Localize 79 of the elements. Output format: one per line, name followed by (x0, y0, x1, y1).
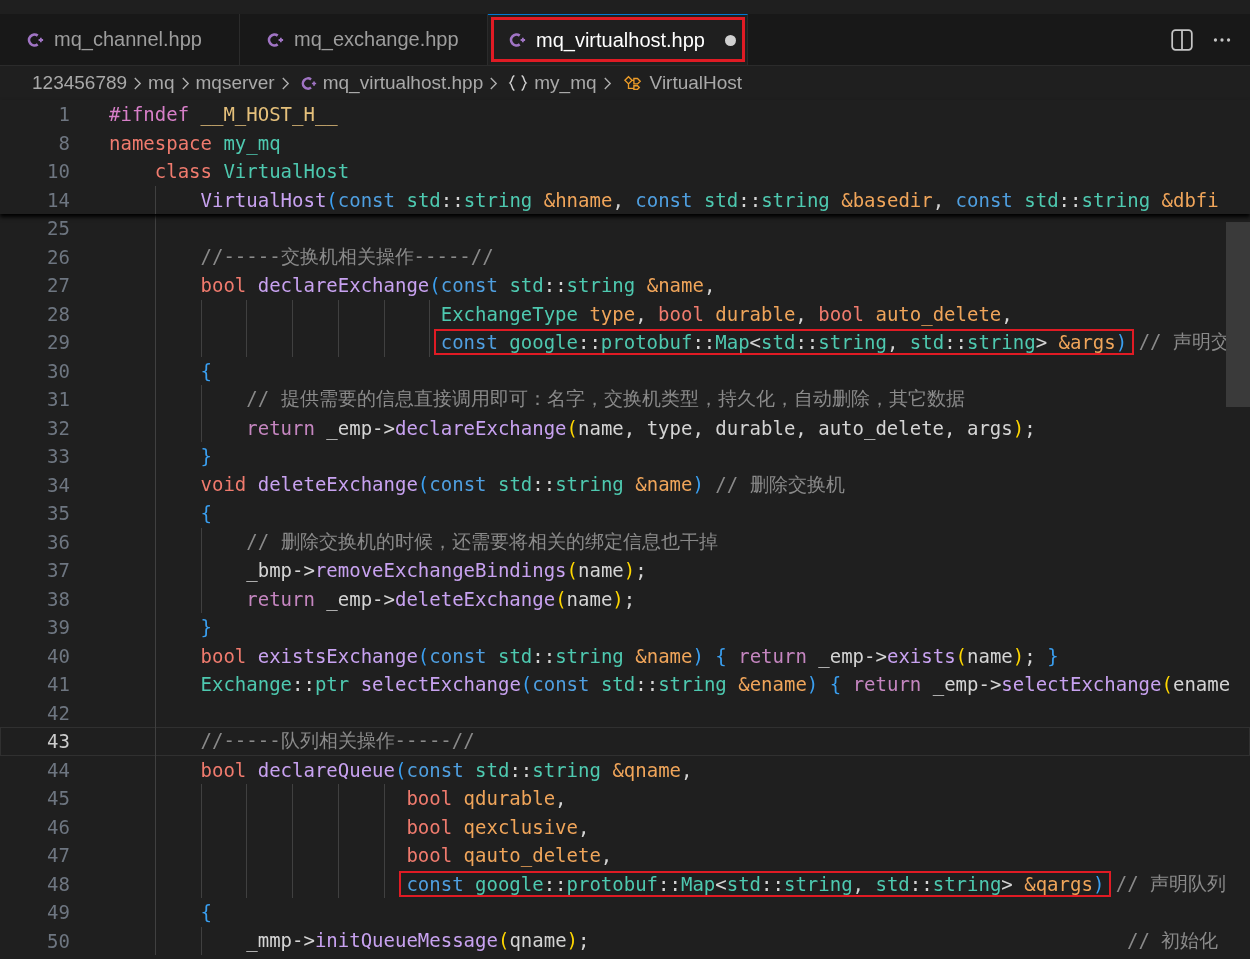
split-editor-icon[interactable] (1170, 27, 1194, 52)
line-number: 41 (46, 673, 71, 696)
code-text: // 声明队列 (1114, 870, 1227, 896)
code-text: bool qexclusive, (406, 815, 590, 838)
chevron-icon (280, 75, 290, 91)
line-number: 8 (57, 131, 71, 154)
code-text: #ifndef __M_HOST_H__ (109, 103, 338, 126)
code-text: } (200, 616, 212, 639)
line-number: 10 (46, 160, 71, 183)
line-number: 33 (46, 445, 71, 468)
line-number: 48 (46, 872, 71, 895)
line-number: 36 (46, 530, 71, 553)
line-number: 30 (46, 359, 71, 382)
line-number: 43 (46, 730, 71, 753)
chevron-icon (602, 75, 612, 91)
editor-tab[interactable]: mq_virtualhost.hpp (488, 14, 748, 65)
annotation-box: const google::protobuf::Map<std::string, std::string> &qargs) (399, 870, 1112, 897)
line-number: 28 (46, 302, 71, 325)
chevron-icon (180, 75, 190, 91)
code-text: //-----队列相关操作-----// (200, 728, 475, 754)
cpp-file-icon (508, 31, 526, 49)
code-text: ExchangeType type, bool durable, bool auto_delete, (440, 302, 1013, 325)
braces-icon (508, 74, 529, 92)
line-number: 37 (46, 559, 71, 582)
code-text: bool declareQueue(const std::string &qname, (200, 758, 693, 781)
line-number: 39 (46, 616, 71, 639)
breadcrumb-item[interactable]: mq (148, 72, 175, 94)
line-number: 26 (46, 245, 71, 268)
line-number: 42 (46, 701, 71, 724)
line-number: 29 (46, 331, 71, 354)
breadcrumb-item[interactable]: VirtualHost (649, 72, 743, 94)
line-number: 50 (46, 929, 71, 952)
code-text: return _emp->declareExchange(name, type, durable, auto_delete, args); (246, 416, 1036, 439)
line-number: 40 (46, 644, 71, 667)
code-text: // 提供需要的信息直接调用即可：名字，交换机类型，持久化，自动删除，其它数据 (246, 386, 965, 412)
breadcrumb-item[interactable]: mq_virtualhost.hpp (322, 72, 484, 94)
code-text: Exchange::ptr selectExchange(const std::string &ename) { return _emp->selectExchange(ename (200, 673, 1231, 696)
line-number: 47 (46, 844, 71, 867)
cpp-file-icon (266, 30, 284, 49)
chevron-icon (133, 75, 143, 91)
line-number: 35 (46, 502, 71, 525)
chevron-icon (489, 75, 499, 91)
breadcrumb-item[interactable]: my_mq (534, 72, 597, 94)
line-number: 32 (46, 416, 71, 439)
code-text: class VirtualHost (154, 160, 350, 183)
line-number: 14 (46, 188, 71, 211)
code-text: bool qdurable, (406, 787, 567, 810)
code-text: bool existsExchange(const std::string &name) { return _emp->exists(name); } (200, 644, 1059, 667)
line-number: 25 (46, 217, 71, 240)
code-text: return _emp->deleteExchange(name); (246, 587, 636, 610)
code-text: _bmp->removeExchangeBindings(name); (246, 559, 647, 582)
line-number: 44 (46, 758, 71, 781)
line-number: 27 (46, 274, 71, 297)
code-text: _mmp->initQueueMessage(qname); // 初始化 (246, 927, 1219, 954)
line-number: 46 (46, 815, 71, 838)
cpp-file-icon (299, 74, 317, 92)
code-text: //-----交换机相关操作-----// (200, 243, 494, 269)
code-text: bool declareExchange(const std::string &name, (200, 274, 716, 297)
breadcrumb-item[interactable]: 123456789 (32, 72, 128, 94)
code-text: void deleteExchange(const std::string &name) // 删除交换机 (200, 471, 845, 497)
line-number: 45 (46, 787, 71, 810)
line-number: 1 (57, 103, 71, 126)
code-text: VirtualHost(const std::string &hname, const std::string &basedir, const std::string &dbfi (200, 188, 1219, 211)
code-text: { (200, 359, 212, 382)
code-text: { (200, 901, 212, 924)
code-text: } (200, 445, 212, 468)
code-text: namespace my_mq (109, 131, 281, 154)
annotation-box: const google::protobuf::Map<std::string, std::string> &args) (433, 329, 1135, 356)
cpp-file-icon (26, 30, 44, 49)
scrollbar-thumb[interactable] (1226, 222, 1250, 407)
code-text: // 删除交换机的时候，还需要将相关的绑定信息也干掉 (246, 528, 718, 554)
class-icon (621, 74, 644, 92)
code-text: bool qauto_delete, (406, 844, 613, 867)
line-number: 34 (46, 473, 71, 496)
line-number: 38 (46, 587, 71, 610)
breadcrumb-item[interactable]: mqserver (195, 72, 275, 94)
line-number: 31 (46, 388, 71, 411)
code-text: { (200, 502, 212, 525)
line-number: 49 (46, 901, 71, 924)
